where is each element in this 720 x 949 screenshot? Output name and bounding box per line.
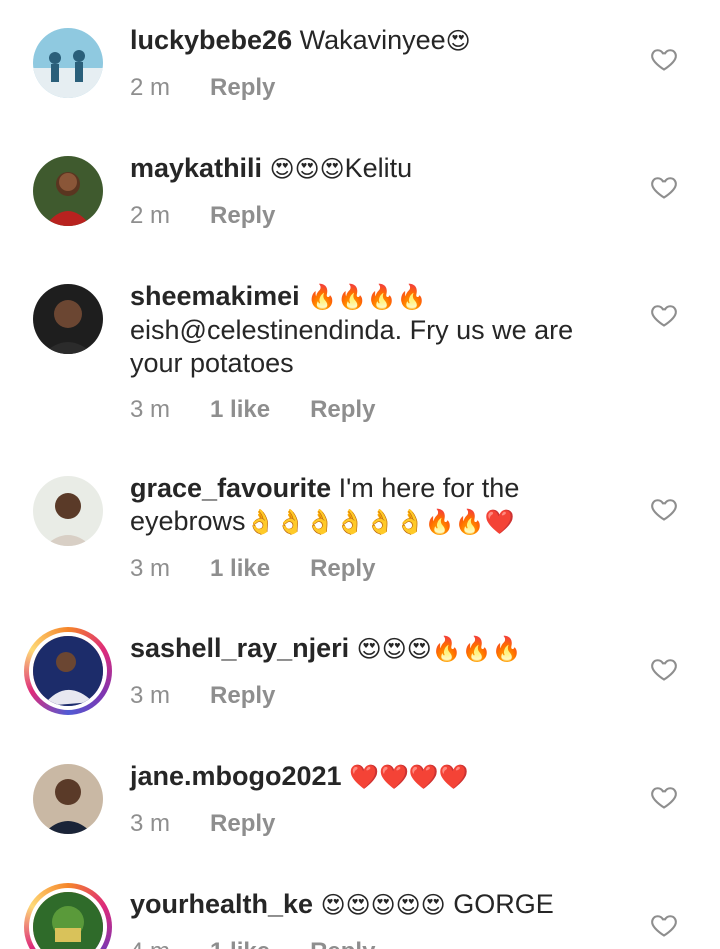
reply-button[interactable]: Reply: [210, 74, 275, 102]
comment-emoji: 🔥🔥🔥🔥: [307, 284, 427, 311]
comment-time: 2 m: [130, 74, 171, 101]
heart-outline-icon[interactable]: [650, 655, 678, 683]
comment-emoji: 😍😍😍: [269, 156, 345, 183]
avatar[interactable]: [33, 156, 103, 226]
comment-username[interactable]: jane.mbogo2021: [130, 761, 342, 791]
avatar[interactable]: [24, 627, 112, 715]
avatar[interactable]: [24, 883, 112, 949]
comment-emoji: 😍: [445, 28, 471, 55]
heart-outline-icon[interactable]: [650, 911, 678, 939]
reply-button[interactable]: Reply: [310, 938, 375, 949]
comment-time: 3 m: [130, 396, 171, 423]
reply-button[interactable]: Reply: [210, 682, 275, 710]
comment-username[interactable]: luckybebe26: [130, 25, 292, 55]
comments-list: luckybebe26 Wakavinyee😍 2 m Reply maykat…: [0, 0, 720, 949]
comment-username[interactable]: yourhealth_ke: [130, 889, 313, 919]
reply-button[interactable]: Reply: [310, 396, 375, 424]
comment-emoji: 👌👌👌👌👌👌🔥🔥❤️: [245, 509, 515, 536]
reply-button[interactable]: Reply: [210, 202, 275, 230]
likes-count[interactable]: 1 like: [210, 555, 270, 583]
comment-emoji: 😍😍😍😍😍: [320, 892, 446, 919]
comment-emoji: ❤️❤️❤️❤️: [349, 764, 469, 791]
comment-username[interactable]: maykathili: [130, 153, 262, 183]
comment-time: 2 m: [130, 202, 171, 229]
heart-outline-icon[interactable]: [650, 783, 678, 811]
comment-time: 3 m: [130, 810, 171, 837]
avatar[interactable]: [33, 284, 103, 354]
avatar[interactable]: [33, 764, 103, 834]
heart-outline-icon[interactable]: [650, 495, 678, 523]
reply-button[interactable]: Reply: [210, 810, 275, 838]
heart-outline-icon[interactable]: [650, 301, 678, 329]
avatar[interactable]: [33, 476, 103, 546]
comment-text: Wakavinyee: [292, 25, 446, 55]
comment-time: 4 m: [130, 938, 170, 949]
avatar[interactable]: [33, 28, 103, 98]
heart-outline-icon[interactable]: [650, 45, 678, 73]
comment-time: 3 m: [130, 555, 171, 582]
heart-outline-icon[interactable]: [650, 173, 678, 201]
likes-count[interactable]: 1 like: [210, 396, 270, 424]
comment-emoji: 😍😍😍🔥🔥🔥: [356, 636, 522, 663]
comment-text: GORGE: [453, 889, 554, 919]
comment-username[interactable]: grace_favourite: [130, 473, 331, 503]
comment-username[interactable]: sashell_ray_njeri: [130, 633, 349, 663]
comment-text: Kelitu: [344, 153, 413, 183]
likes-count[interactable]: 1 like: [210, 938, 270, 949]
reply-button[interactable]: Reply: [310, 555, 375, 583]
comment-text: eish@celestinendinda. Fry us we are your…: [130, 315, 574, 378]
comment-time: 3 m: [130, 682, 171, 709]
comment-username[interactable]: sheemakimei: [130, 281, 300, 311]
